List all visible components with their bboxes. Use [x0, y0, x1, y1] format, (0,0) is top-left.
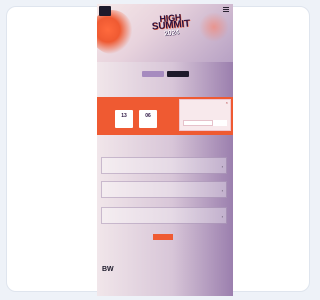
menu-icon[interactable] — [223, 7, 229, 13]
chevron-right-icon: › — [221, 214, 223, 219]
date-option-2[interactable] — [166, 71, 189, 77]
hero-splash-left — [97, 10, 133, 54]
close-icon[interactable]: × — [226, 100, 228, 105]
countdown-box-2: 06 — [139, 110, 157, 128]
date-option-1[interactable] — [141, 71, 164, 77]
mobile-page: HIGH SUMMIT 2024 13 06 × › › › BW — [97, 4, 233, 296]
more-events-button[interactable] — [153, 234, 173, 240]
countdown-num-1: 13 — [121, 113, 127, 119]
hero-banner: HIGH SUMMIT 2024 — [97, 4, 233, 62]
event-card[interactable]: › — [101, 157, 227, 174]
hero-title: HIGH SUMMIT 2024 — [140, 11, 202, 40]
chevron-right-icon: › — [221, 188, 223, 193]
footer-logo[interactable]: BW — [102, 266, 114, 273]
countdown-num-2: 06 — [145, 113, 151, 119]
popup-email-field[interactable] — [183, 120, 213, 126]
hero-splash-right — [199, 12, 229, 42]
event-card[interactable]: › — [101, 181, 227, 198]
date-selector — [97, 68, 233, 77]
brand-logo[interactable] — [99, 6, 111, 16]
newsletter-popup: × — [179, 99, 231, 131]
event-card[interactable]: › — [101, 207, 227, 224]
countdown-box-1: 13 — [115, 110, 133, 128]
popup-submit-button[interactable] — [213, 120, 227, 126]
chevron-right-icon: › — [221, 164, 223, 169]
